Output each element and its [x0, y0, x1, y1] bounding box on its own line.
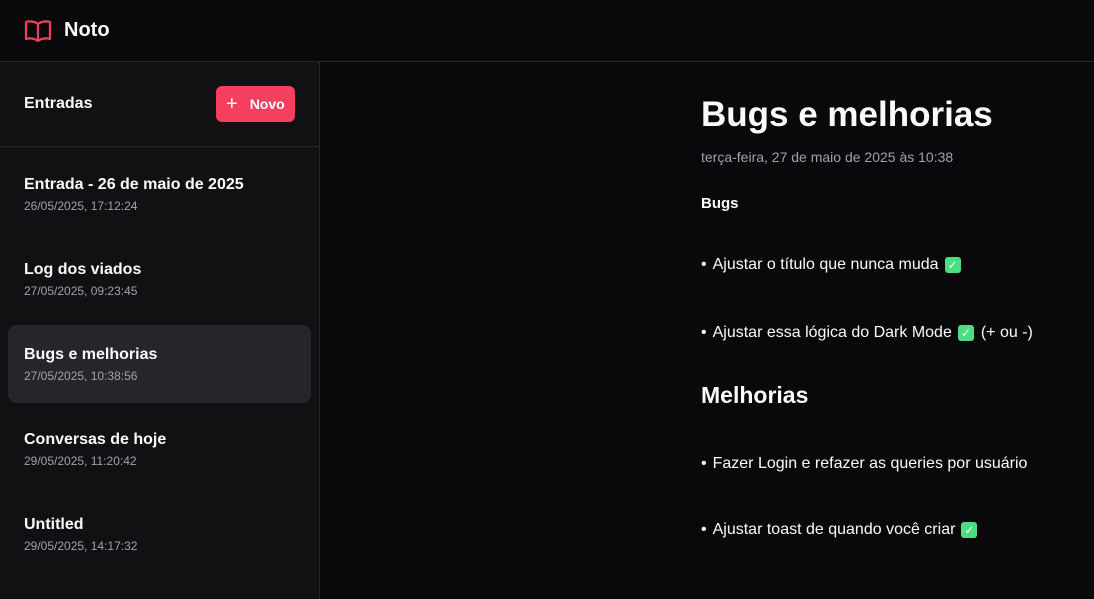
entry-date: 27/05/2025, 09:23:45 — [24, 283, 138, 298]
list-item[interactable]: • Ajustar o título que nunca muda ✓ — [701, 256, 1094, 274]
list-item[interactable]: • Ajustar toast de quando você criar ✓ — [701, 521, 1094, 539]
list-item-text: Ajustar o título que nunca muda — [712, 256, 939, 273]
new-entry-button-label: Novo — [249, 96, 285, 112]
list-item[interactable]: • Ajustar essa lógica do Dark Mode ✓ (+ … — [701, 324, 1094, 342]
document-title[interactable]: Bugs e melhorias — [701, 94, 1094, 136]
sidebar-header: Entradas + Novo — [0, 62, 319, 147]
entry-item[interactable]: Bugs e melhorias 27/05/2025, 10:38:56 — [8, 325, 311, 403]
section-heading-melhorias[interactable]: Melhorias — [701, 382, 1094, 409]
check-box-icon: ✓ — [957, 325, 974, 341]
list-item-text: Ajustar essa lógica do Dark Mode — [712, 324, 952, 341]
new-entry-button[interactable]: + Novo — [216, 86, 295, 122]
sidebar: Entradas + Novo Entrada - 26 de maio de … — [0, 62, 320, 599]
document-date: terça-feira, 27 de maio de 2025 às 10:38 — [701, 149, 954, 165]
check-box-icon: ✓ — [961, 522, 978, 538]
list-item-suffix: (+ ou -) — [980, 324, 1033, 341]
book-open-icon — [24, 19, 52, 42]
entry-title: Bugs e melhorias — [24, 345, 158, 363]
entry-title: Entrada - 26 de maio de 2025 — [24, 175, 244, 193]
entry-date: 29/05/2025, 11:20:42 — [24, 453, 137, 468]
list-item[interactable]: • Fazer Login e refazer as queries por u… — [701, 455, 1094, 473]
entry-date: 27/05/2025, 10:38:56 — [24, 368, 138, 383]
entry-date: 26/05/2025, 17:12:24 — [24, 198, 138, 213]
list-item-text: Fazer Login e refazer as queries por usu… — [712, 455, 1028, 472]
list-item-text: Ajustar toast de quando você criar — [712, 521, 956, 538]
top-bar: Noto — [0, 0, 1094, 62]
entry-title: Untitled — [24, 515, 84, 533]
entry-title: Log dos viados — [24, 260, 142, 278]
check-box-icon: ✓ — [944, 257, 961, 273]
document-editor[interactable]: Bugs e melhorias terça-feira, 27 de maio… — [701, 62, 1094, 599]
entry-item[interactable]: Log dos viados 27/05/2025, 09:23:45 — [8, 240, 311, 318]
section-heading-bugs[interactable]: Bugs — [701, 195, 1094, 212]
entry-date: 29/05/2025, 14:17:32 — [24, 538, 138, 553]
entry-title: Conversas de hoje — [24, 430, 167, 448]
entry-list: Entrada - 26 de maio de 2025 26/05/2025,… — [0, 147, 319, 573]
sidebar-title: Entradas — [24, 95, 93, 112]
entry-item[interactable]: Untitled 29/05/2025, 14:17:32 — [8, 495, 311, 573]
entry-item[interactable]: Entrada - 26 de maio de 2025 26/05/2025,… — [8, 155, 311, 233]
plus-icon: + — [226, 93, 238, 115]
app-title: Noto — [64, 19, 110, 41]
entry-item[interactable]: Conversas de hoje 29/05/2025, 11:20:42 — [8, 410, 311, 488]
